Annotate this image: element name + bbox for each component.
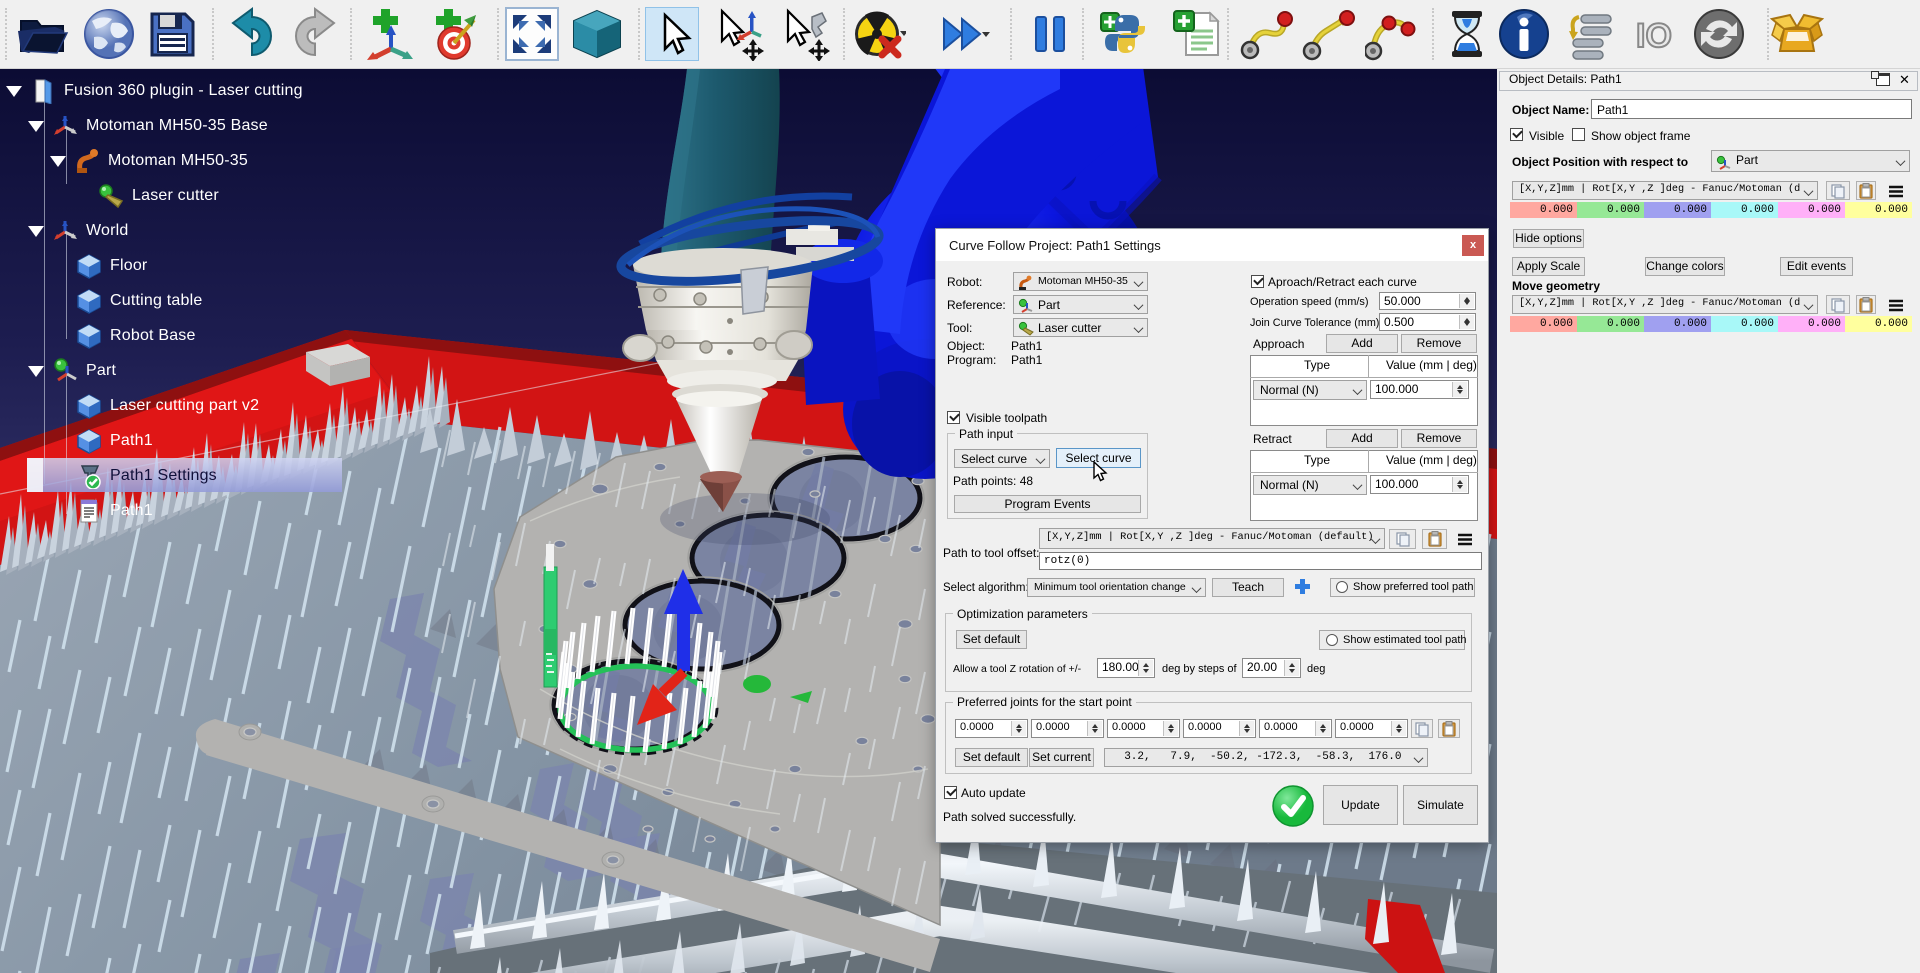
svg-text:IO: IO [1636, 17, 1672, 55]
